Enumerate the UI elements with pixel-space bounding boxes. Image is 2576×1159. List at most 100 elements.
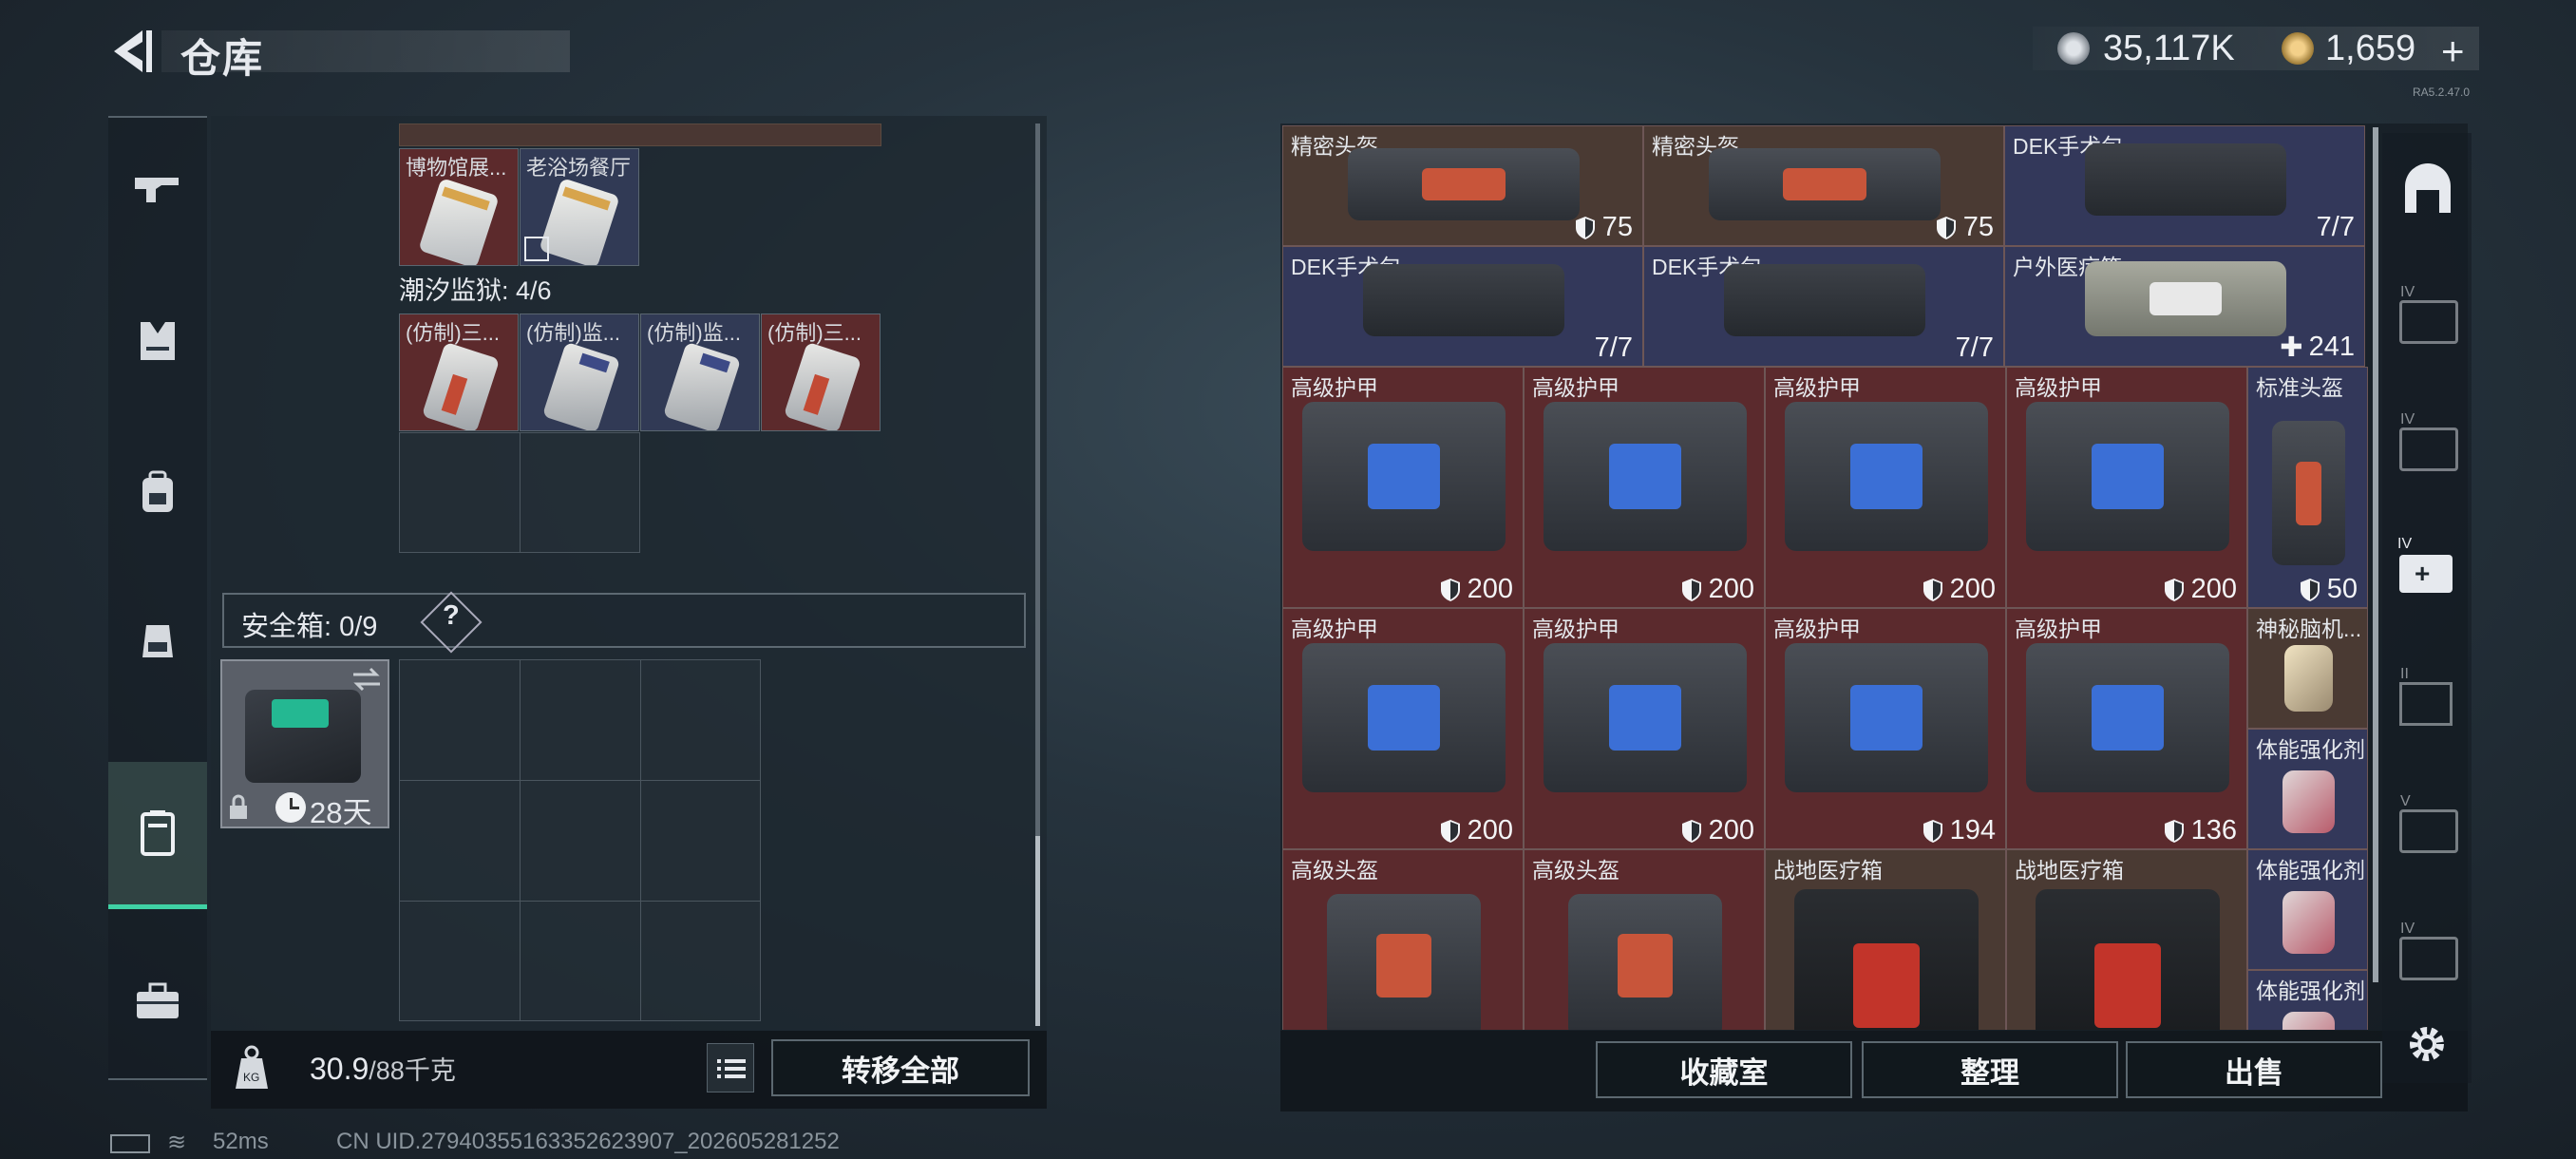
storage-scrollbar[interactable] — [2373, 127, 2378, 982]
item-old-bath-restaurant-key[interactable]: 老浴场餐厅 — [520, 148, 639, 266]
item-durability: 7/7 — [2317, 212, 2355, 243]
item-durability: 200 — [1439, 574, 1513, 605]
weight-max: /88千克 — [369, 1056, 456, 1085]
storage-item[interactable]: DEK手术包 7/7 — [1282, 246, 1643, 367]
gate-icon — [2405, 163, 2451, 213]
shield-icon — [2164, 819, 2184, 843]
currency-bar: 35,117K 1,659 + — [2033, 27, 2479, 73]
storage-tabs: IV IV + IV II V IV — [2382, 133, 2472, 1083]
unavailable-icon — [524, 237, 549, 261]
storage-item[interactable]: 神秘脑机... — [2247, 608, 2368, 729]
list-view-button[interactable] — [707, 1043, 754, 1092]
chest-rig-icon — [142, 625, 173, 657]
nav-backpack[interactable] — [108, 422, 207, 564]
storage-item[interactable]: 高级护甲 200 — [1282, 608, 1524, 849]
storage-item[interactable]: 体能强化剂 — [2247, 849, 2368, 970]
item-value: 200 — [2190, 574, 2237, 604]
storage-item[interactable]: 精密头盔 75 — [1282, 125, 1643, 246]
tab-case-iv-3[interactable]: IV — [2399, 921, 2458, 984]
item-durability: 75 — [1574, 212, 1633, 243]
weight-readout: 30.9/88千克 — [310, 1050, 456, 1087]
backpack-icon — [142, 470, 173, 512]
ping-label: 52ms — [213, 1129, 269, 1154]
item-durability: 200 — [1922, 574, 1996, 605]
toolbox-icon — [137, 982, 179, 1018]
storage-item[interactable]: 高级护甲 200 — [1765, 367, 2006, 608]
tab-gate[interactable] — [2399, 162, 2456, 218]
silver-amount: 35,117K — [2103, 28, 2235, 68]
shield-icon — [1440, 819, 1460, 843]
weight-icon: KG — [232, 1045, 272, 1092]
item-name: 博物馆展... — [406, 156, 507, 180]
organize-button[interactable]: 整理 — [1862, 1041, 2118, 1098]
storage-item[interactable]: 体能强化剂 — [2247, 729, 2368, 849]
item-zone-key-3[interactable]: (仿制)监... — [640, 314, 760, 431]
nav-weapons[interactable] — [108, 118, 207, 260]
nav-armor[interactable] — [108, 270, 207, 412]
safebox-grid[interactable] — [399, 659, 761, 1021]
nav-chest-rig[interactable] — [108, 569, 207, 712]
storage-item[interactable]: 体能强化剂 — [2247, 970, 2368, 1030]
storage-item[interactable]: 高级头盔 — [1282, 849, 1524, 1030]
secure-case-icon — [141, 810, 175, 856]
storage-item[interactable]: DEK手术包 7/7 — [2004, 125, 2365, 246]
settings-button[interactable] — [2403, 1020, 2451, 1068]
item-zone-key-2[interactable]: (仿制)监... — [520, 314, 639, 431]
page-title: 仓库 — [180, 36, 265, 81]
item-value: 75 — [1601, 212, 1633, 242]
transfer-all-button[interactable]: 转移全部 — [771, 1039, 1030, 1096]
item-museum-key[interactable]: 博物馆展... — [399, 148, 519, 266]
shield-icon — [1923, 578, 1942, 601]
armor-vest-image — [1544, 642, 1747, 793]
tier-ii-storage-icon: II — [2399, 666, 2453, 726]
item-name: 高级头盔 — [1291, 858, 1378, 883]
item-name: 战地医疗箱 — [2015, 858, 2124, 883]
keycard-icon — [541, 341, 621, 430]
stimulant-injector-image — [2282, 1012, 2336, 1030]
back-button[interactable] — [106, 25, 160, 78]
collection-room-button[interactable]: 收藏室 — [1596, 1041, 1852, 1098]
safebox-remaining-days: 28天 — [310, 796, 372, 829]
tab-case-iv-2[interactable]: IV — [2399, 411, 2458, 475]
item-durability: 200 — [1680, 574, 1754, 605]
storage-item[interactable]: 高级护甲 200 — [1524, 608, 1765, 849]
storage-item[interactable]: 战地医疗箱 — [2006, 849, 2247, 1030]
category-nav — [108, 116, 207, 1080]
brain-chip-image — [2284, 645, 2333, 712]
tab-storage-ii[interactable]: II — [2399, 666, 2456, 730]
nav-toolbox[interactable] — [108, 930, 207, 1073]
item-zone-key-1[interactable]: (仿制)三... — [399, 314, 519, 431]
storage-item[interactable]: 标准头盔 50 — [2247, 367, 2368, 608]
field-medkit-image — [2036, 888, 2220, 1030]
safebox-item[interactable]: 28天 — [220, 659, 389, 829]
storage-item[interactable]: 高级护甲 200 — [1282, 367, 1524, 608]
item-name: (仿制)监... — [647, 321, 741, 345]
surgery-kit-image — [1362, 263, 1565, 336]
help-icon[interactable]: ? — [443, 600, 460, 632]
storage-item[interactable]: DEK手术包 7/7 — [1643, 246, 2004, 367]
storage-item[interactable]: 高级护甲 200 — [2006, 367, 2247, 608]
swap-icon[interactable] — [351, 667, 382, 692]
sell-button[interactable]: 出售 — [2126, 1041, 2382, 1098]
left-scrollbar-thumb[interactable] — [1035, 836, 1040, 1026]
settings-gear-icon — [2410, 1027, 2444, 1061]
tab-medkit-iv[interactable]: + IV — [2397, 536, 2456, 602]
empty-slot-grid[interactable] — [399, 432, 640, 553]
tab-case-iv-1[interactable]: IV — [2399, 284, 2458, 348]
tab-case-v[interactable]: V — [2399, 793, 2458, 857]
item-name: 高级护甲 — [1532, 617, 1619, 641]
storage-item[interactable]: 高级护甲 136 — [2006, 608, 2247, 849]
item-zone-key-4[interactable]: (仿制)三... — [761, 314, 881, 431]
storage-item[interactable]: 高级护甲 194 — [1765, 608, 2006, 849]
nav-secure-case[interactable] — [108, 762, 207, 909]
item-name: 战地医疗箱 — [1773, 858, 1883, 883]
storage-item[interactable]: 高级护甲 200 — [1524, 367, 1765, 608]
stimulant-injector-image — [2282, 770, 2336, 834]
storage-item[interactable]: 精密头盔 75 — [1643, 125, 2004, 246]
stimulant-injector-image — [2282, 891, 2336, 955]
storage-item[interactable]: 高级头盔 — [1524, 849, 1765, 1030]
storage-item[interactable]: 战地医疗箱 — [1765, 849, 2006, 1030]
add-currency-button[interactable]: + — [2441, 28, 2465, 74]
safebox-header: 安全箱: 0/9 ? — [222, 591, 1026, 654]
storage-item[interactable]: 户外医疗箱 ✚ 241 — [2004, 246, 2365, 367]
